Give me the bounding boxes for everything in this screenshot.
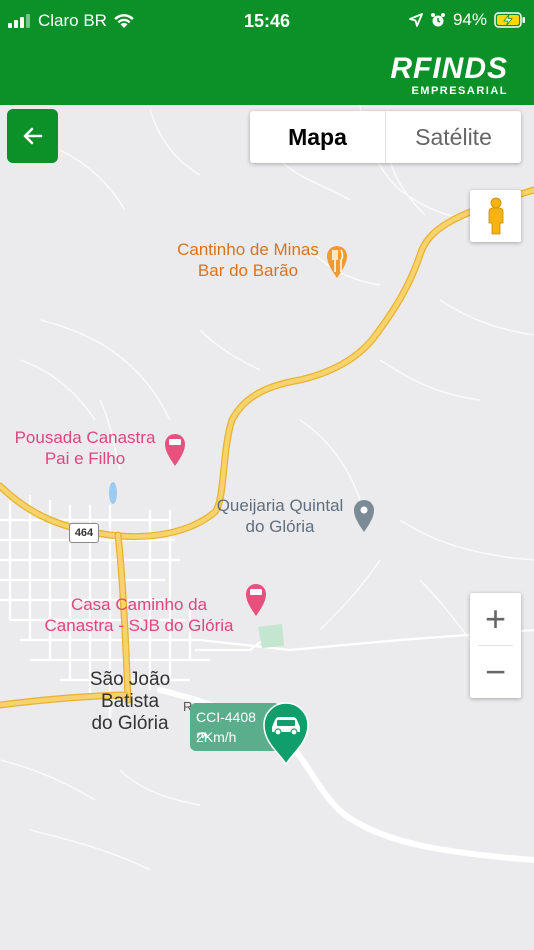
town-label: São João Batista do Glória xyxy=(70,669,190,735)
alarm-icon xyxy=(430,13,445,27)
battery-percent: 94% xyxy=(452,10,487,29)
speedometer-icon xyxy=(196,732,209,739)
poi-name-line2: Bar do Barão xyxy=(197,261,299,280)
poi-name-line2: Canastra - SJB do Glória xyxy=(44,616,234,635)
brand-name: RFINDS xyxy=(390,52,508,85)
status-right: 94% xyxy=(409,10,526,30)
zoom-in-button[interactable]: + xyxy=(470,593,521,645)
brand-logo: RFINDS EMPRESARIAL xyxy=(390,52,508,98)
vehicle-marker-icon[interactable] xyxy=(262,700,312,765)
poi-name-line1: Queijaria Quintal xyxy=(216,496,344,515)
street-view-button[interactable] xyxy=(470,190,521,242)
town-line3: do Glória xyxy=(91,713,169,734)
road-shield-464: 464 xyxy=(69,523,99,543)
location-arrow-icon xyxy=(409,13,423,27)
poi-name-line1: Cantinho de Minas xyxy=(177,240,319,259)
pegman-icon xyxy=(488,197,503,235)
poi-queijaria-quintal[interactable]: Queijaria Quintal do Glória xyxy=(207,495,353,537)
poi-name-line1: Casa Caminho da xyxy=(70,595,208,614)
arrow-left-icon xyxy=(23,127,42,145)
app-header: RFINDS EMPRESARIAL xyxy=(0,44,534,105)
poi-name-line2: Pai e Filho xyxy=(44,449,126,468)
back-button[interactable] xyxy=(7,109,58,163)
town-line2: Batista xyxy=(100,691,160,712)
status-bar: Claro BR 15:46 94% xyxy=(0,0,534,44)
zoom-control: + − xyxy=(470,593,521,698)
poi-cantinho-de-minas[interactable]: Cantinho de Minas Bar do Barão xyxy=(158,239,338,281)
map-type-satellite-button[interactable]: Satélite xyxy=(386,111,521,163)
map-view[interactable]: Cantinho de Minas Bar do Barão Pousada C… xyxy=(0,105,534,950)
vehicle-speed-row: 2Km/h xyxy=(196,729,236,745)
map-type-map-button[interactable]: Mapa xyxy=(250,111,386,163)
poi-pousada-canastra[interactable]: Pousada Canastra Pai e Filho xyxy=(5,427,165,469)
poi-name-line2: do Glória xyxy=(245,517,315,536)
vehicle-plate: CCI-4408 xyxy=(196,709,256,725)
zoom-out-button[interactable]: − xyxy=(470,646,521,698)
poi-casa-caminho-da-canastra[interactable]: Casa Caminho da Canastra - SJB do Glória xyxy=(33,594,245,636)
poi-name-line1: Pousada Canastra xyxy=(14,428,156,447)
map-type-control: Mapa Satélite xyxy=(250,111,521,163)
battery-charging-icon xyxy=(494,12,525,28)
brand-subtitle: EMPRESARIAL xyxy=(411,85,508,97)
town-line1: São João xyxy=(89,669,171,690)
